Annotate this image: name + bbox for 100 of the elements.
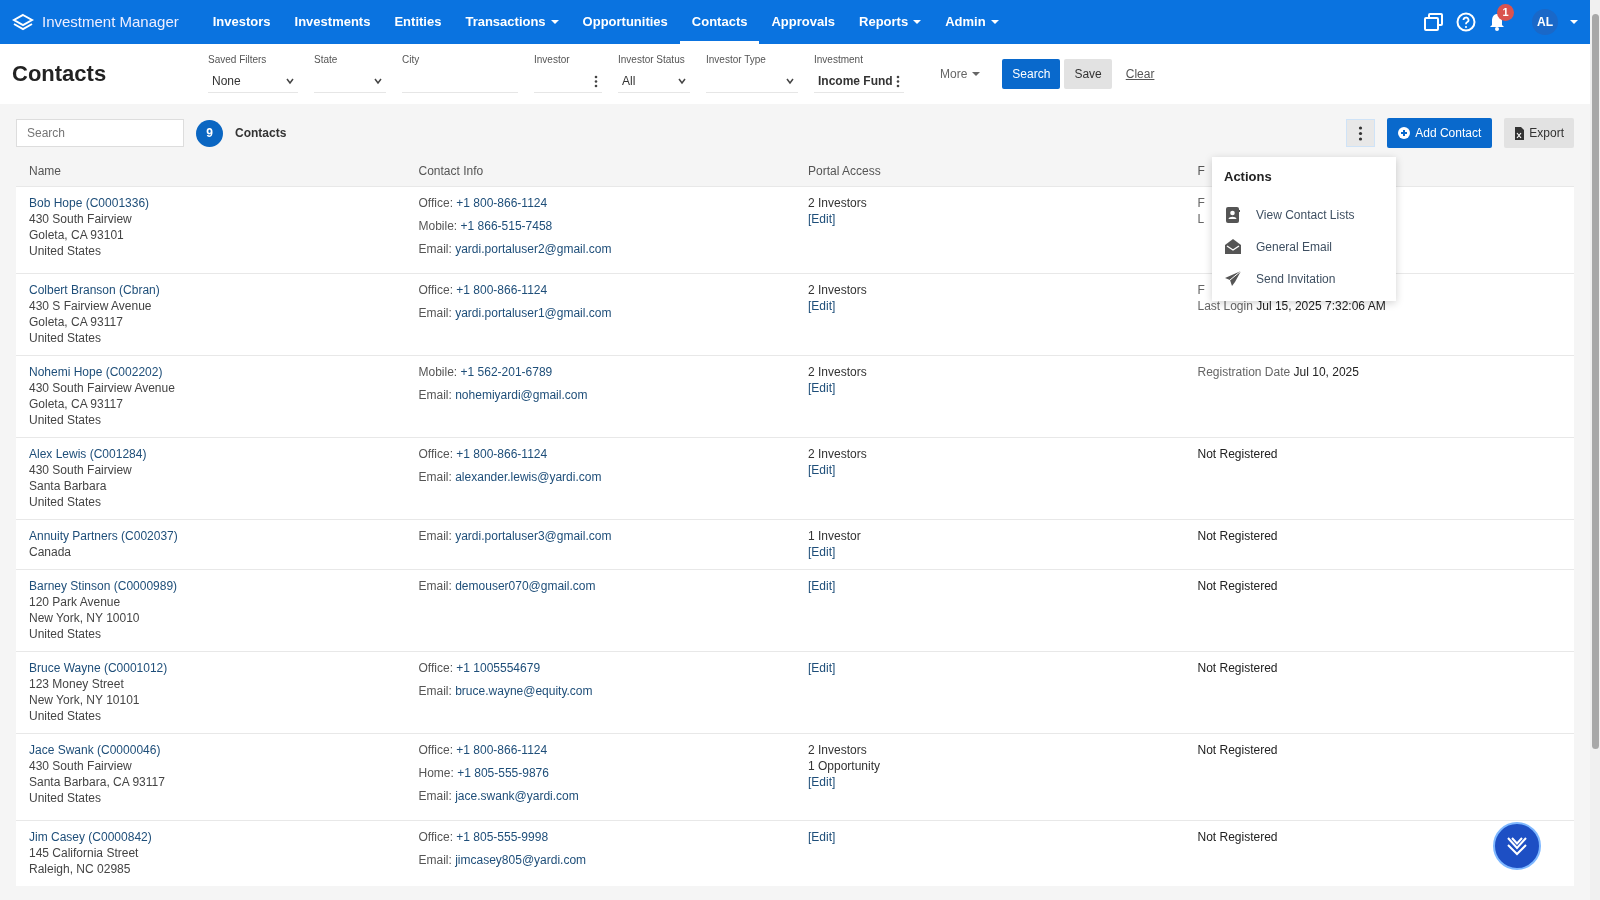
contact-value-link[interactable]: nohemiyardi@gmail.com: [455, 388, 588, 402]
nav-link[interactable]: Transactions: [453, 0, 571, 44]
filter-label: Investor Status: [618, 52, 686, 67]
address-line: United States: [29, 330, 103, 346]
nav-link[interactable]: Opportunities: [570, 0, 680, 44]
contact-value-link[interactable]: +1 800-866-1124: [456, 196, 548, 210]
edit-link[interactable]: [Edit]: [808, 775, 836, 789]
address-line: 430 South Fairview: [29, 758, 133, 774]
save-button[interactable]: Save: [1064, 59, 1112, 89]
contact-value-link[interactable]: yardi.portaluser1@gmail.com: [455, 306, 612, 320]
filter-label: Saved Filters: [208, 52, 268, 67]
edit-link[interactable]: [Edit]: [808, 212, 836, 226]
kebab-icon: [594, 74, 598, 88]
status-value: Not Registered: [1197, 661, 1278, 675]
address-line: United States: [29, 412, 103, 428]
address-line: 430 South Fairview: [29, 211, 133, 227]
contact-label: Email:: [418, 470, 452, 484]
filter-label: Investment: [814, 52, 864, 67]
contact-value-link[interactable]: +1 805-555-9876: [457, 766, 549, 780]
search-button[interactable]: Search: [1002, 59, 1061, 89]
nav-link[interactable]: Investors: [200, 0, 283, 44]
more-actions-button[interactable]: [1346, 119, 1376, 147]
nav-link[interactable]: Admin: [933, 0, 1011, 44]
notification-count: 1: [1497, 4, 1514, 21]
envelope-icon: [1224, 237, 1242, 256]
contact-label: Email:: [418, 579, 452, 593]
status-label: Registration Date: [1197, 365, 1291, 379]
menu-item[interactable]: General Email: [1224, 230, 1384, 263]
contact-name-link[interactable]: Bob Hope (C0001336): [29, 196, 150, 210]
address-line: 430 South Fairview Avenue: [29, 380, 176, 396]
contact-name-link[interactable]: Bruce Wayne (C0001012): [29, 661, 168, 675]
contact-name-link[interactable]: Colbert Branson (Cbran): [29, 283, 160, 297]
address-line: Goleta, CA 93101: [29, 227, 125, 243]
contact-name-link[interactable]: Barney Stinson (C0000989): [29, 579, 178, 593]
status-label: L: [1197, 212, 1205, 226]
portal-access-text: 1 Investor: [808, 528, 862, 544]
contact-value-link[interactable]: +1 562-201-6789: [460, 365, 553, 379]
file-icon: [1514, 126, 1525, 140]
contact-value-link[interactable]: yardi.portaluser3@gmail.com: [455, 529, 612, 543]
address-line: 123 Money Street: [29, 676, 125, 692]
contact-value-link[interactable]: alexander.lewis@yardi.com: [455, 470, 602, 484]
contact-label: Email:: [418, 242, 452, 256]
contact-value-link[interactable]: yardi.portaluser2@gmail.com: [455, 242, 612, 256]
contact-value-link[interactable]: jimcasey805@yardi.com: [455, 853, 587, 867]
address-line: Raleigh, NC 02985: [29, 861, 132, 877]
status-label: F: [1197, 196, 1205, 210]
user-avatar[interactable]: AL: [1532, 9, 1558, 35]
menu-item[interactable]: Send Invitation: [1224, 262, 1384, 295]
edit-link[interactable]: [Edit]: [808, 381, 836, 395]
contact-value-link[interactable]: demouser070@gmail.com: [455, 579, 596, 593]
contact-label: Email:: [418, 306, 452, 320]
chevron-icon: [786, 77, 794, 85]
contact-value-link[interactable]: +1 800-866-1124: [456, 283, 548, 297]
edit-link[interactable]: [Edit]: [808, 661, 836, 675]
contact-value-link[interactable]: jace.swank@yardi.com: [455, 789, 579, 803]
contact-label: Email:: [418, 388, 452, 402]
edit-link[interactable]: [Edit]: [808, 579, 836, 593]
nav-link[interactable]: Entities: [382, 0, 454, 44]
address-line: 430 S Fairview Avenue: [29, 298, 153, 314]
contact-value-link[interactable]: +1 800-866-1124: [456, 447, 548, 461]
add-contact-button[interactable]: Add Contact: [1387, 118, 1493, 148]
nav-link[interactable]: Approvals: [759, 0, 848, 44]
address-line: 145 California Street: [29, 845, 140, 861]
edit-link[interactable]: [Edit]: [808, 463, 836, 477]
menu-item[interactable]: View Contact Lists: [1224, 198, 1384, 231]
address-line: Canada: [29, 544, 73, 560]
contact-book-icon: [1224, 205, 1242, 224]
windows-icon[interactable]: [1423, 12, 1444, 32]
status-value: Not Registered: [1197, 529, 1278, 543]
contact-value-link[interactable]: +1 800-866-1124: [456, 743, 548, 757]
column-header: Contact Info: [418, 164, 484, 178]
contact-name-link[interactable]: Annuity Partners (C002037): [29, 529, 178, 543]
address-line: 120 Park Avenue: [29, 594, 122, 610]
help-icon[interactable]: [1456, 12, 1476, 32]
contact-label: Mobile:: [418, 219, 458, 233]
contact-value-link[interactable]: +1 1005554679: [456, 661, 541, 675]
edit-link[interactable]: [Edit]: [808, 545, 836, 559]
clear-link[interactable]: Clear: [1125, 65, 1155, 83]
contact-value-link[interactable]: +1 805-555-9998: [456, 830, 549, 844]
contact-name-link[interactable]: Alex Lewis (C001284): [29, 447, 147, 461]
contact-value-link[interactable]: +1 866-515-7458: [460, 219, 553, 233]
search-field[interactable]: Search: [16, 119, 184, 147]
more-button[interactable]: More: [934, 64, 987, 84]
status-value: Not Registered: [1197, 830, 1278, 844]
nav-link[interactable]: Investments: [282, 0, 383, 44]
contact-name-link[interactable]: Jace Swank (C0000046): [29, 743, 161, 757]
column-header: F: [1197, 164, 1205, 178]
nav-link[interactable]: Reports: [847, 0, 934, 44]
contact-value-link[interactable]: bruce.wayne@equity.com: [455, 684, 593, 698]
contact-label: Office:: [418, 743, 453, 757]
contact-label: Office:: [418, 830, 453, 844]
export-button[interactable]: Export: [1504, 118, 1574, 148]
contact-name-link[interactable]: Jim Casey (C0000842): [29, 830, 152, 844]
plus-icon: [1398, 127, 1411, 139]
address-line: United States: [29, 790, 103, 806]
scrollbar[interactable]: [1590, 0, 1600, 900]
contact-name-link[interactable]: Nohemi Hope (C002202): [29, 365, 163, 379]
app-name: Investment Manager: [42, 11, 179, 32]
edit-link[interactable]: [Edit]: [808, 299, 836, 313]
edit-link[interactable]: [Edit]: [808, 830, 836, 844]
